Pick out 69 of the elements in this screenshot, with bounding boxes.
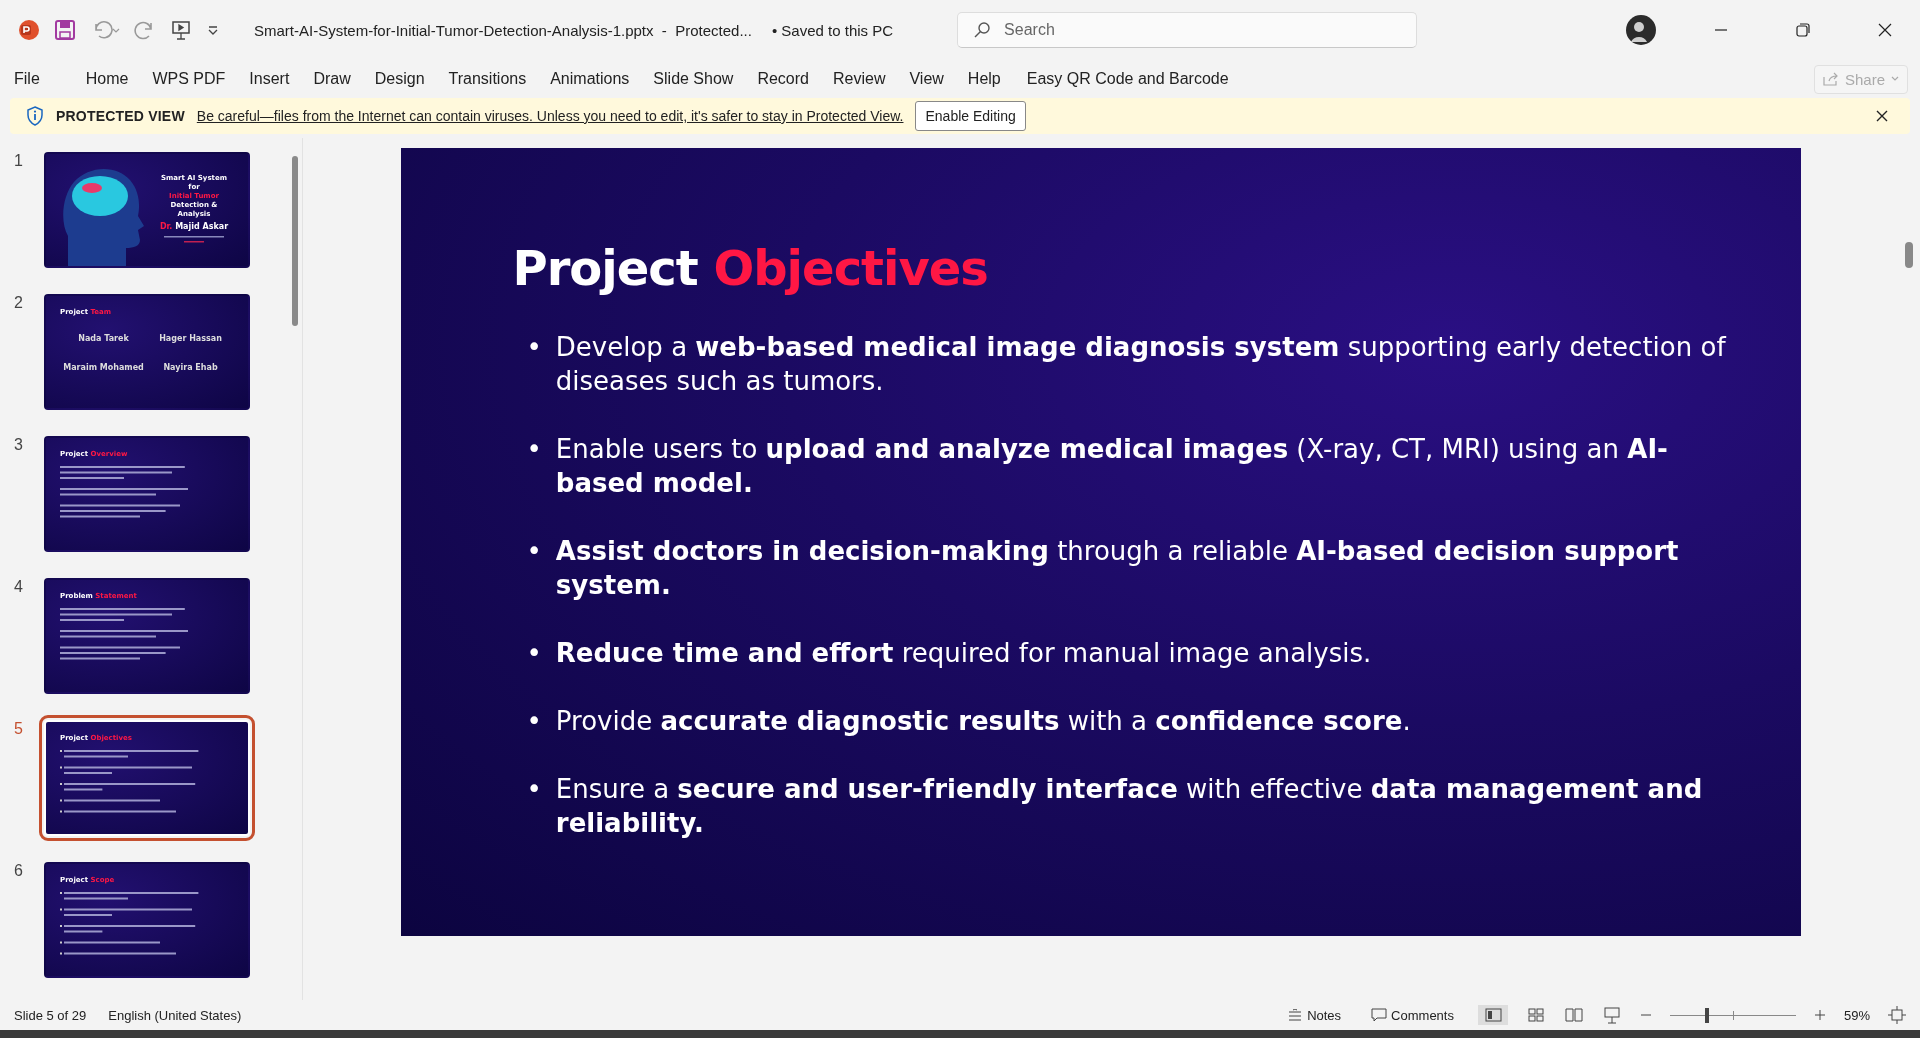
save-icon[interactable] — [54, 19, 76, 41]
ribbon-tab[interactable]: Easy QR Code and Barcode — [1026, 66, 1229, 92]
slide-title: Project Objectives — [512, 240, 989, 296]
fit-to-window-icon[interactable] — [1888, 1006, 1906, 1024]
notes-icon — [1287, 1009, 1304, 1021]
ribbon-tab[interactable]: Design — [374, 66, 425, 92]
ribbon-tab[interactable]: Transitions — [448, 66, 527, 92]
ribbon-tab[interactable]: Record — [757, 66, 809, 92]
bullet-point: Provide accurate diagnostic results with a confidence score. — [555, 705, 1411, 738]
text-lines-drawing — [164, 235, 224, 244]
bullet-marker: • — [526, 637, 542, 670]
presentation-icon[interactable] — [170, 19, 192, 41]
ribbon-tab[interactable]: Slide Show — [653, 66, 734, 92]
slide-number: 3 — [13, 436, 24, 454]
bullet-point: Reduce time and effort required for manual image analysis. — [555, 637, 1372, 670]
close-icon[interactable] — [1878, 23, 1892, 37]
bullet-marker: • — [526, 535, 542, 568]
ribbon-tab[interactable]: Insert — [249, 66, 290, 92]
ribbon-tab[interactable]: Help — [967, 66, 1001, 92]
document-title: Smart-AI-System-for-Initial-Tumor-Detection-Analysis-1.pptx - Protected... — [254, 21, 752, 39]
bullet-point: Develop a web-based medical image diagnosis system supporting early detection of diseases such as tumors. — [555, 331, 1728, 398]
enable-editing-button[interactable]: Enable Editing — [915, 101, 1026, 131]
bullet-point: Assist doctors in decision-making through a reliable AI-based decision support system. — [555, 535, 1680, 602]
bullet-point: Enable users to upload and analyze medical images (X-ray, CT, MRI) using an AI-based model. — [555, 433, 1669, 500]
zoom-in-icon[interactable] — [1813, 1009, 1826, 1021]
ribbon-tab[interactable]: Home — [85, 66, 129, 92]
ribbon-tab[interactable]: Review — [832, 66, 886, 92]
thumbnail-author: Dr. Majid Askar — [159, 222, 229, 233]
ribbon-tab[interactable]: View — [909, 66, 944, 92]
slide-number: 5 — [13, 720, 24, 738]
ribbon-tab[interactable]: WPS PDF — [152, 66, 226, 92]
bullet-marker: • — [526, 433, 542, 466]
ribbon-tab[interactable]: Draw — [313, 66, 351, 92]
zoom-percent[interactable]: 59% — [1843, 1007, 1870, 1023]
close-icon[interactable] — [1876, 110, 1888, 122]
member-name: Maraim Mohamed — [63, 363, 144, 372]
language-label[interactable]: English (United States) — [108, 1007, 242, 1023]
restore-icon[interactable] — [1796, 23, 1810, 37]
normal-view-icon[interactable] — [1477, 1005, 1508, 1025]
protected-view-label: PROTECTED VIEW — [56, 108, 185, 124]
slide-counter: Slide 5 of 29 — [14, 1007, 87, 1023]
slide-number: 6 — [13, 862, 24, 880]
bullet-marker: • — [526, 773, 542, 806]
search-field[interactable]: Search — [957, 12, 1418, 48]
customize-caret-icon[interactable] — [206, 23, 220, 37]
slide-number: 2 — [13, 294, 24, 312]
avatar-icon[interactable] — [1626, 15, 1656, 45]
member-name: Nada Tarek — [78, 334, 129, 343]
slide-number: 4 — [13, 578, 24, 596]
book-icon[interactable] — [1563, 1005, 1584, 1025]
app-logo-icon — [18, 19, 40, 41]
search-icon — [973, 21, 992, 39]
ribbon-tab[interactable]: Animations — [550, 66, 630, 92]
member-name: Nayira Ehab — [163, 363, 218, 372]
shield-info-icon — [26, 106, 44, 126]
notes-button[interactable]: Notes — [1281, 1006, 1348, 1024]
ribbon-tab[interactable]: File — [14, 66, 40, 92]
comments-button[interactable]: Comments — [1365, 1006, 1460, 1024]
grid-view-icon[interactable] — [1525, 1005, 1546, 1025]
share-icon — [1822, 72, 1839, 86]
protected-view-link[interactable]: Be careful—files from the Internet can contain viruses. Unless you need to edit, it's safer to stay in Protected View. — [196, 108, 904, 124]
comment-icon — [1371, 1008, 1388, 1022]
member-name: Hager Hassan — [159, 334, 222, 343]
save-status: • Saved to this PC — [771, 21, 894, 39]
bullet-marker: • — [526, 331, 542, 364]
bullet-marker: • — [526, 705, 542, 738]
caret-icon — [1891, 76, 1899, 82]
slide-number: 1 — [13, 152, 24, 170]
bullet-point: Ensure a secure and user-friendly interface with effective data management and reliability. — [555, 773, 1704, 840]
